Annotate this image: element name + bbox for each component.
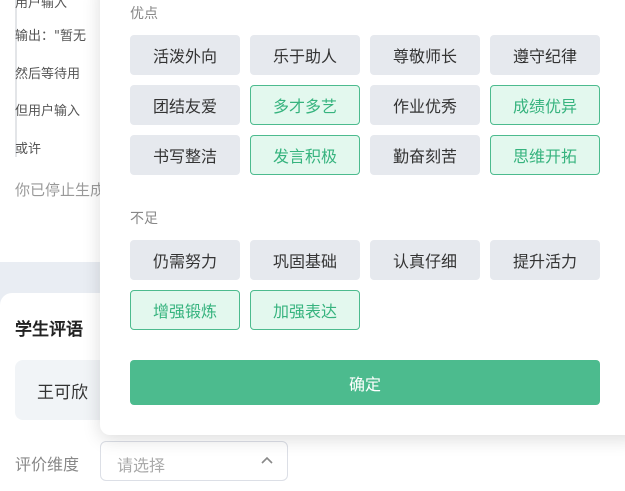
tag-strength[interactable]: 思维开拓	[490, 135, 600, 175]
chat-line: 用户输入	[15, 0, 68, 11]
tag-strength[interactable]: 乐于助人	[250, 35, 360, 75]
chevron-up-icon	[261, 456, 273, 464]
tag-strength[interactable]: 活泼外向	[130, 35, 240, 75]
tag-strength[interactable]: 成绩优异	[490, 85, 600, 125]
dimension-select[interactable]: 请选择	[100, 441, 288, 481]
stopped-generation-text: 你已停止生成	[15, 181, 105, 199]
evaluation-title: 学生评语	[15, 320, 83, 340]
tag-weakness[interactable]: 增强锻炼	[130, 290, 240, 330]
chat-line: 然后等待用	[15, 67, 81, 82]
confirm-button[interactable]: 确定	[130, 360, 600, 405]
chat-line: 但用户输入	[15, 104, 81, 119]
tag-strength[interactable]: 勤奋刻苦	[370, 135, 480, 175]
weaknesses-title: 不足	[130, 211, 158, 227]
tag-strength[interactable]: 作业优秀	[370, 85, 480, 125]
tag-strength[interactable]: 发言积极	[250, 135, 360, 175]
tag-weakness[interactable]: 仍需努力	[130, 240, 240, 280]
chat-line: 输出："暂无	[15, 29, 86, 44]
tag-strength[interactable]: 多才多艺	[250, 85, 360, 125]
tag-strength[interactable]: 书写整洁	[130, 135, 240, 175]
tag-weakness[interactable]: 巩固基础	[250, 240, 360, 280]
chat-line: 或许	[15, 142, 42, 157]
tag-strength[interactable]: 团结友爱	[130, 85, 240, 125]
tag-weakness[interactable]: 认真仔细	[370, 240, 480, 280]
tag-strength[interactable]: 遵守纪律	[490, 35, 600, 75]
student-name: 王可欣	[37, 383, 88, 403]
tag-weakness[interactable]: 提升活力	[490, 240, 600, 280]
strengths-title: 优点	[130, 6, 158, 22]
tag-strength[interactable]: 尊敬师长	[370, 35, 480, 75]
tag-weakness[interactable]: 加强表达	[250, 290, 360, 330]
dimension-select-placeholder: 请选择	[117, 456, 166, 475]
dimension-label: 评价维度	[15, 455, 80, 474]
